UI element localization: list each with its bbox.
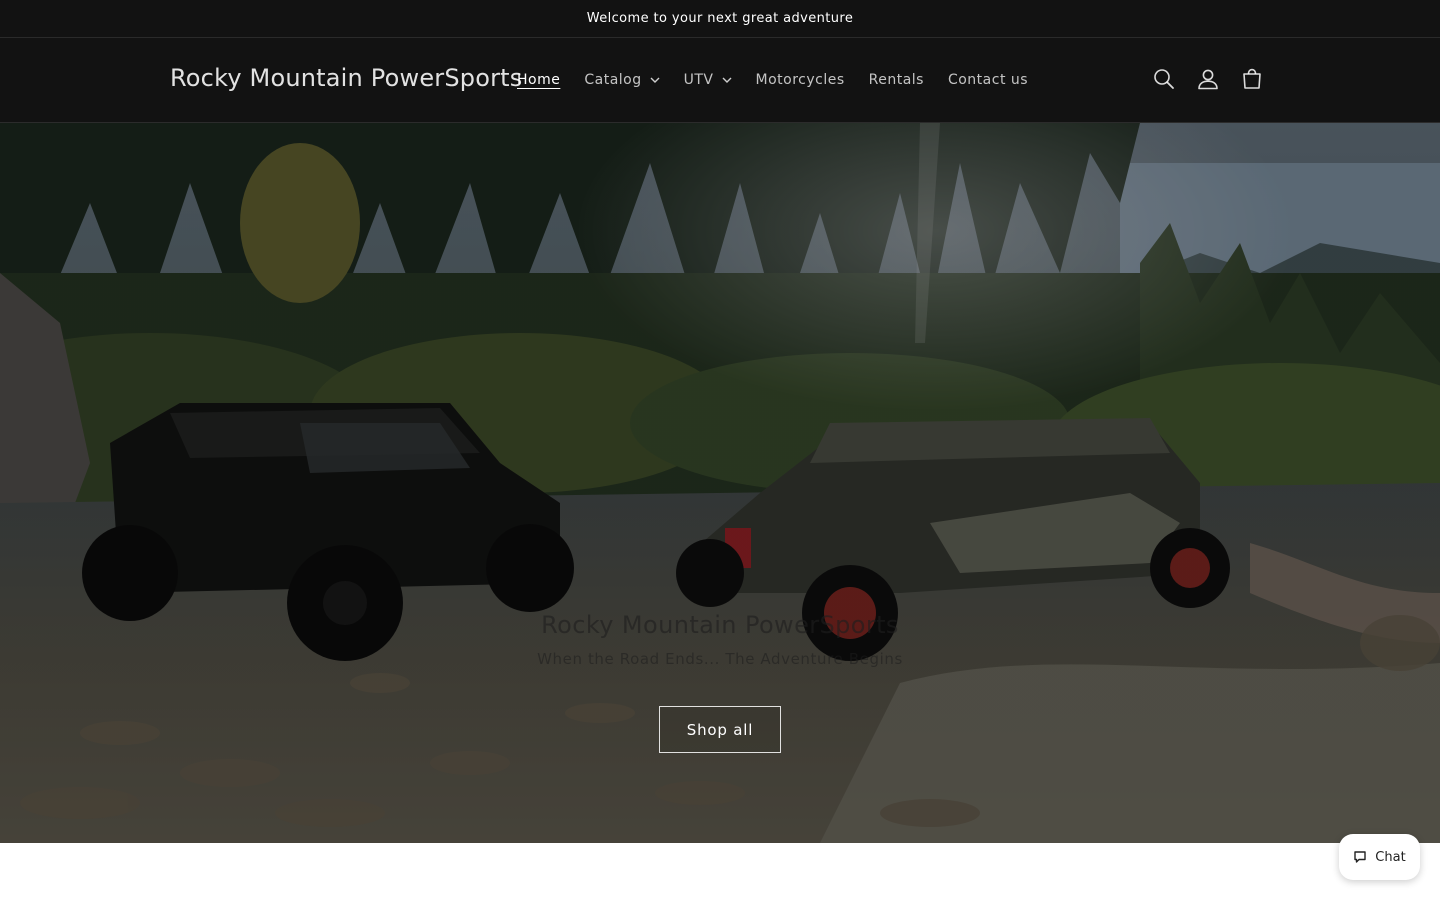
hero-text: Rocky Mountain PowerSports When the Road… (0, 611, 1440, 668)
chat-label: Chat (1375, 849, 1406, 865)
nav-item-utv[interactable]: UTV (672, 72, 744, 88)
chevron-down-icon (722, 75, 732, 85)
cart-button[interactable] (1230, 59, 1274, 103)
account-button[interactable] (1186, 59, 1230, 103)
nav-item-contact-us[interactable]: Contact us (936, 72, 1040, 88)
hero-subtitle: When the Road Ends... The Adventure Begi… (537, 650, 903, 668)
account-icon (1197, 68, 1219, 94)
nav-label: Home (517, 72, 561, 88)
announcement-text: Welcome to your next great adventure (586, 11, 854, 26)
nav-label: UTV (683, 72, 714, 88)
nav-label: Motorcycles (755, 72, 845, 88)
hero-banner: Rocky Mountain PowerSports When the Road… (0, 123, 1440, 843)
hero-title: Rocky Mountain PowerSports (541, 611, 899, 639)
site-header: Rocky Mountain PowerSports Home Catalog … (0, 38, 1440, 123)
announcement-bar: Welcome to your next great adventure (0, 0, 1440, 38)
search-icon (1153, 68, 1175, 94)
nav-label: Contact us (947, 72, 1029, 88)
brand-logo-link[interactable]: Rocky Mountain PowerSports (170, 64, 523, 92)
shop-all-button[interactable]: Shop all (659, 706, 781, 753)
main-nav: Home Catalog UTV Motorcycles Rentals Con… (505, 68, 1040, 92)
nav-label: Rentals (868, 72, 924, 88)
chat-bubble-icon (1353, 850, 1367, 864)
nav-item-catalog[interactable]: Catalog (572, 72, 671, 88)
header-icons (1142, 59, 1274, 103)
nav-item-rentals[interactable]: Rentals (857, 72, 936, 88)
search-button[interactable] (1142, 59, 1186, 103)
nav-item-motorcycles[interactable]: Motorcycles (744, 72, 857, 88)
cart-icon (1241, 68, 1263, 94)
nav-label: Catalog (584, 72, 642, 88)
nav-item-home[interactable]: Home (505, 72, 572, 88)
chat-button[interactable]: Chat (1339, 834, 1420, 880)
chevron-down-icon (650, 75, 660, 85)
